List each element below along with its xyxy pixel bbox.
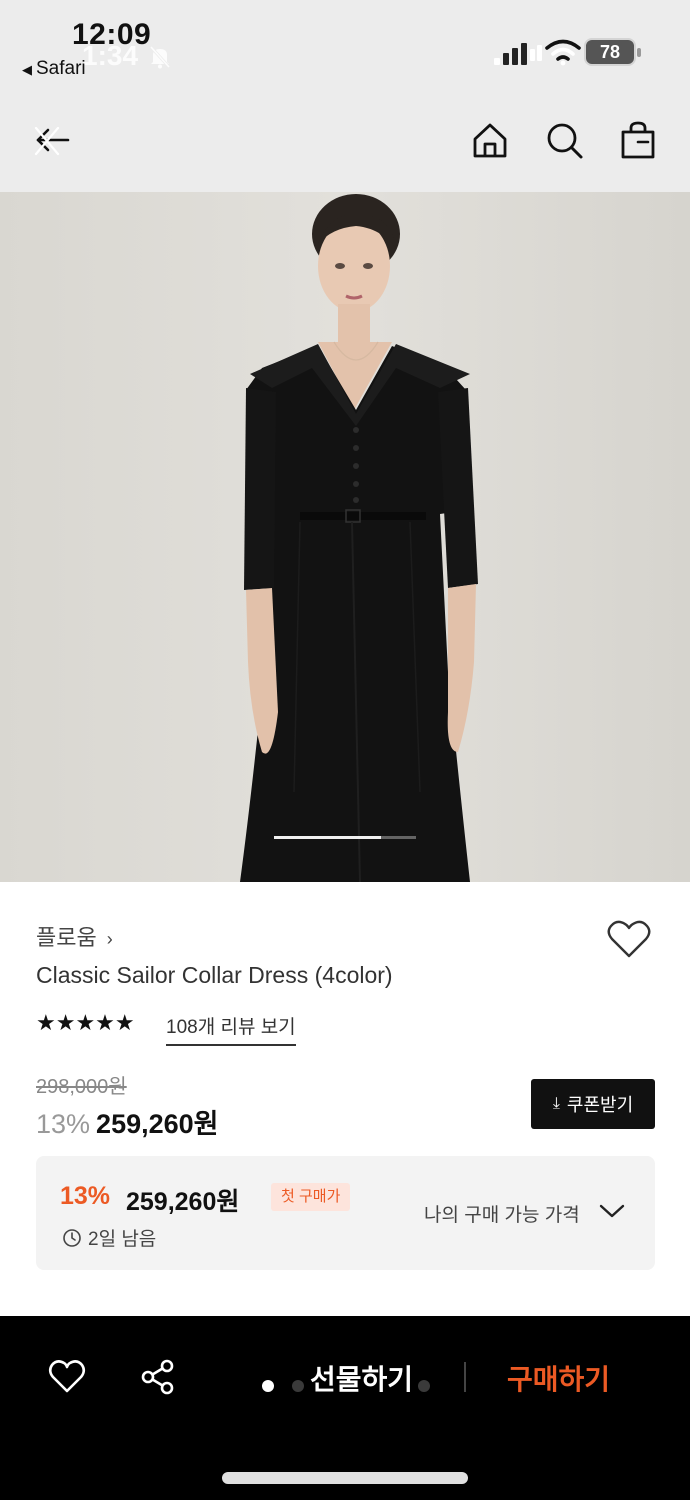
heart-icon[interactable] — [606, 918, 652, 960]
wishlist-heart-icon[interactable] — [48, 1358, 86, 1394]
buy-button[interactable]: 구매하기 — [507, 1358, 610, 1398]
my-available-price-label: 나의 구매 가능 가격 — [424, 1205, 580, 1226]
time-left-label: 2일 남음 — [88, 1229, 157, 1250]
search-icon[interactable] — [544, 120, 584, 160]
wifi-icon — [545, 39, 581, 66]
download-icon: ⤓ — [552, 1095, 560, 1112]
coupon-button-label: 쿠폰받기 — [566, 1095, 634, 1115]
top-navigation-bar — [0, 92, 690, 192]
page-dot-active — [262, 1380, 274, 1392]
back-icon[interactable] — [30, 120, 70, 160]
first-purchase-deal-panel[interactable]: 13% 259,260원 첫 구매가 2일 남음 나의 구매 가능 가격 — [36, 1156, 655, 1270]
sale-price: 259,260원 — [96, 1109, 219, 1139]
status-time-overlay: 1:34 — [82, 40, 139, 71]
discount-percent: 13% — [36, 1109, 91, 1139]
original-price: 298,000원 — [36, 1076, 127, 1098]
back-app-label: Safari — [36, 58, 86, 79]
battery-nub — [637, 48, 641, 57]
rating-stars: ★★★★★ — [36, 1010, 135, 1035]
home-icon[interactable] — [470, 120, 510, 160]
shopping-bag-icon[interactable] — [618, 120, 658, 160]
chevron-down-icon — [599, 1204, 625, 1218]
deal-discount-percent: 13% — [60, 1182, 111, 1210]
battery-indicator: 78 — [584, 38, 642, 66]
reviews-link[interactable]: 108개 리뷰 보기 — [166, 1012, 296, 1046]
clock-icon — [63, 1228, 81, 1247]
image-pager — [274, 836, 416, 839]
home-indicator[interactable] — [222, 1472, 468, 1484]
sale-price-row: 13% 259,260원 — [36, 1102, 219, 1141]
deal-time-left: 2일 남음 — [62, 1224, 156, 1251]
cellular-signal-icon — [494, 43, 542, 65]
product-title: Classic Sailor Collar Dress (4color) — [36, 962, 393, 988]
image-pager-active — [274, 836, 381, 839]
gift-button[interactable]: 선물하기 — [310, 1358, 413, 1398]
brand-name: 플로움 — [36, 925, 97, 950]
back-to-safari-link[interactable]: ◀ Safari — [22, 58, 86, 80]
product-hero-image[interactable] — [0, 192, 690, 882]
back-triangle-icon: ◀ — [22, 62, 32, 77]
brand-link[interactable]: 플로움 › — [36, 920, 113, 952]
share-icon[interactable] — [139, 1358, 177, 1396]
model-in-black-dress-image — [0, 192, 690, 882]
deal-price: 259,260원 — [126, 1188, 240, 1216]
first-purchase-badge: 첫 구매가 — [271, 1183, 351, 1211]
battery-level: 78 — [599, 42, 621, 62]
coupon-download-button[interactable]: ⤓ 쿠폰받기 — [531, 1079, 655, 1129]
bottom-bar-divider — [464, 1362, 466, 1392]
bell-slash-icon — [149, 45, 171, 69]
page-dot — [292, 1380, 304, 1392]
page-dot — [418, 1380, 430, 1392]
brand-chevron-icon: › — [106, 929, 113, 949]
